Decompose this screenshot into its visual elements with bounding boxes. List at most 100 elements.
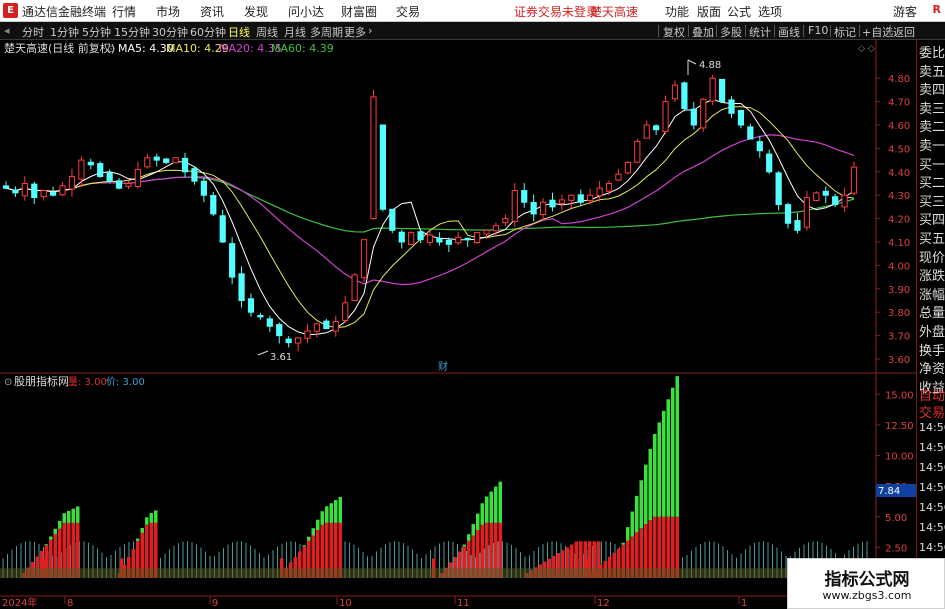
indicator-baseline [0, 568, 876, 578]
menu-item-function[interactable]: 功能 [665, 3, 689, 20]
price-tick-label: 4.70 [888, 98, 910, 109]
indicator-bar [621, 542, 625, 545]
main-chart-title: 楚天高速(日线 前复权) [4, 41, 115, 55]
candle [115, 178, 123, 190]
menu-item-quotes[interactable]: 行情 [112, 3, 136, 20]
time-tick-label: 1 [741, 598, 747, 609]
menu-item-discover[interactable]: 发现 [244, 3, 268, 20]
indicator-tick-label: 15.00 [885, 390, 914, 401]
candle [539, 198, 547, 221]
time-tick-label: 8 [67, 598, 73, 609]
multi-stock-button[interactable]: 多股 [720, 24, 742, 40]
more-diamond-icon[interactable]: ◇ [868, 44, 875, 54]
candle [841, 187, 848, 213]
period-tab-monthly[interactable]: 月线 [284, 24, 306, 40]
candle [775, 170, 782, 211]
candle [144, 153, 151, 169]
indicator-bar [320, 511, 324, 525]
indicator-settings-icon[interactable]: ⊙ [4, 377, 12, 388]
f10-button[interactable]: F10 [808, 24, 828, 37]
quote-field-label: 买一 [919, 157, 945, 173]
back-button[interactable]: 返回 [893, 24, 915, 40]
menu-item-market[interactable]: 市场 [156, 3, 180, 20]
candle [247, 293, 255, 317]
restore-button[interactable]: 复权 [663, 24, 685, 40]
chart-area[interactable]: 楚天高速(日线 前复权) ⊙ MA5: 4.30 MA10: 4.29 MA20… [0, 40, 945, 609]
candle [59, 181, 66, 197]
candlestick-series [2, 74, 858, 352]
price-tick-label: 4.30 [888, 191, 910, 202]
diamond-icon[interactable]: ◇ [858, 44, 865, 54]
indicator-bar [149, 512, 153, 523]
toolbar-divider [688, 25, 689, 37]
app-title: 通达信金融终端 [22, 5, 107, 19]
indicator-bar [140, 527, 144, 533]
finance-marker[interactable]: 财 [438, 360, 448, 373]
period-tab-5min[interactable]: 5分钟 [82, 24, 111, 40]
indicator-bar [71, 508, 75, 523]
period-tab-multi[interactable]: 多周期 [310, 24, 343, 40]
indicator-bar [136, 538, 140, 541]
period-tab-timeshare[interactable]: 分时 [22, 24, 44, 40]
candle [351, 273, 358, 302]
statistics-button[interactable]: 统计 [749, 24, 771, 40]
indicator-axis: 15.0012.5010.007.505.002.50 [876, 390, 914, 554]
menu-item-trade[interactable]: 交易 [396, 3, 420, 20]
candle [210, 191, 217, 217]
menu-item-layout[interactable]: 版面 [697, 3, 721, 20]
quote-field-label: 卖二 [919, 120, 945, 136]
period-tab-1min[interactable]: 1分钟 [50, 24, 79, 40]
candle [389, 208, 396, 234]
candle [436, 232, 443, 246]
candle [323, 318, 330, 330]
candle [766, 149, 773, 175]
period-tab-daily[interactable]: 日线 [228, 24, 250, 40]
candle [474, 232, 481, 245]
ma-settings-icon[interactable]: ⊙ [107, 44, 115, 55]
quote-field-label: 卖三 [919, 101, 945, 117]
price-tick-label: 4.00 [888, 261, 910, 272]
candle [455, 232, 462, 246]
quote-field-label: 委比 [919, 46, 945, 61]
user-label[interactable]: 游客 [893, 3, 917, 20]
indicator-bar [485, 496, 489, 523]
candle [191, 165, 198, 185]
menu-item-ask[interactable]: 问小达 [288, 3, 324, 20]
trade-time: 14:56 [919, 461, 945, 474]
menu-item-formula[interactable]: 公式 [727, 3, 751, 20]
quote-field-label: 涨幅 [919, 287, 945, 303]
candle [634, 138, 641, 163]
mark-button[interactable]: 标记 [834, 24, 856, 40]
menu-item-wealth[interactable]: 财富圈 [341, 3, 377, 20]
ma20-line [5, 134, 855, 286]
indicator-bar [145, 517, 149, 525]
toolbar-left-arrow-icon[interactable]: ◂ [4, 24, 10, 37]
candle [266, 315, 273, 332]
toolbar-divider [774, 25, 775, 37]
indicator-price-label: 价: 3.00 [106, 376, 145, 388]
candle [12, 186, 19, 198]
candle [97, 161, 104, 178]
login-notice[interactable]: 证券交易未登录 [514, 3, 598, 20]
candle [153, 153, 160, 167]
period-tab-weekly[interactable]: 周线 [256, 24, 278, 40]
period-tab-60min[interactable]: 60分钟 [190, 24, 226, 40]
indicator-bar [498, 481, 502, 523]
candle [690, 101, 697, 130]
toolbar-divider [745, 25, 746, 37]
draw-line-button[interactable]: 画线 [778, 24, 800, 40]
quote-field-label: 净资 [919, 362, 945, 378]
menu-item-news[interactable]: 资讯 [200, 3, 224, 20]
candle [728, 96, 735, 118]
more-arrow-icon[interactable]: › [368, 24, 372, 37]
period-tab-more[interactable]: 更多 [344, 24, 366, 40]
candle [549, 192, 556, 212]
quote-field-label: 卖四 [919, 83, 945, 99]
add-watchlist-button[interactable]: +自选 [862, 24, 893, 40]
trade-label[interactable]: 交易 [919, 402, 945, 421]
menu-item-options[interactable]: 选项 [758, 3, 782, 20]
indicator-bar [462, 544, 466, 547]
overlay-button[interactable]: 叠加 [692, 24, 714, 40]
period-tab-30min[interactable]: 30分钟 [152, 24, 188, 40]
period-tab-15min[interactable]: 15分钟 [114, 24, 150, 40]
